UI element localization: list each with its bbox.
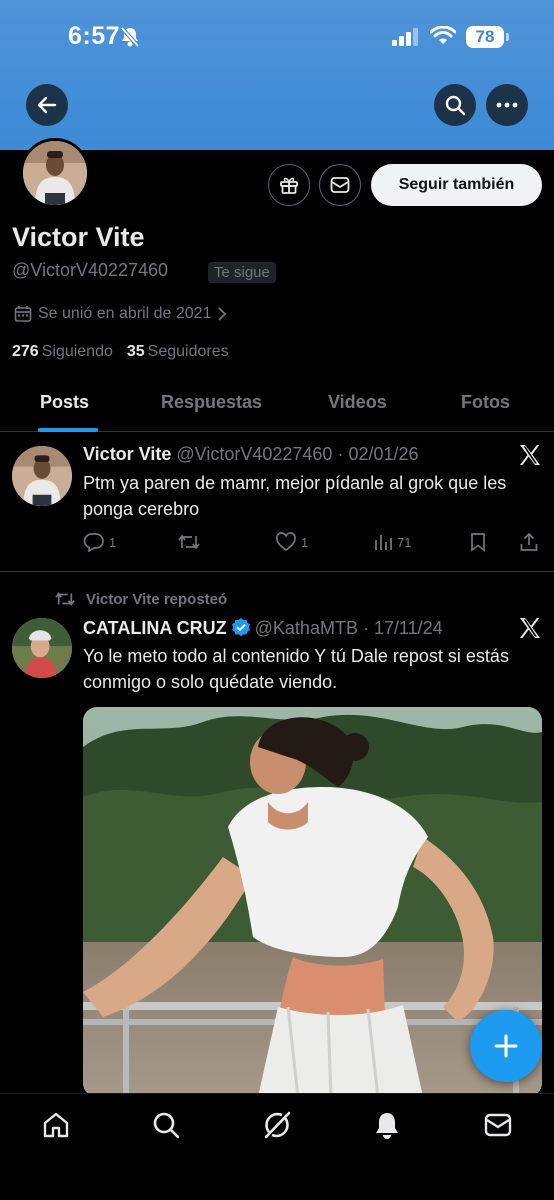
repost-button[interactable]: [177, 532, 201, 552]
x-logo-icon[interactable]: [518, 616, 542, 640]
search-icon: [445, 95, 466, 116]
verified-badge-icon: [231, 618, 250, 637]
search-icon[interactable]: [151, 1110, 181, 1140]
profile-handle: @VictorV40227460: [12, 260, 169, 280]
bookmark-icon: [471, 533, 485, 552]
more-options-button[interactable]: [486, 84, 528, 126]
chevron-right-icon: [218, 307, 227, 321]
cellular-signal-icon: [392, 28, 418, 46]
share-button[interactable]: [519, 532, 539, 552]
repost-icon: [178, 534, 200, 550]
heart-icon: [276, 532, 296, 552]
reply-count: 1: [109, 534, 117, 550]
post-text: Ptm ya paren de mamr, mejor pídanle al g…: [83, 473, 507, 519]
profile-name: Victor Vite: [12, 222, 145, 252]
post-author-avatar[interactable]: [12, 618, 72, 678]
followers-label: Seguidores: [147, 343, 229, 360]
post-item[interactable]: Victor Vite @VictorV40227460 · 02/01/26 …: [0, 432, 554, 572]
profile-tabs: Posts Respuestas Videos Fotos: [0, 380, 554, 432]
back-arrow-icon: [37, 96, 57, 114]
views-count: 71: [397, 534, 412, 550]
views-icon: [375, 535, 392, 550]
followers-link[interactable]: 35 Seguidores: [127, 343, 229, 361]
tab-posts[interactable]: Posts: [40, 392, 89, 413]
bottom-navigation: [0, 1093, 554, 1200]
joined-date[interactable]: Se unió en abril de 2021: [14, 305, 227, 323]
profile-avatar[interactable]: [20, 138, 90, 208]
status-time: 6:57: [68, 22, 121, 50]
bell-off-icon: [120, 26, 140, 48]
followers-count: 35: [126, 343, 145, 360]
avatar-image: [12, 618, 72, 678]
joined-text: Se unió en abril de 2021: [38, 305, 212, 322]
avatar-image: [12, 446, 72, 506]
post-text: Yo le meto todo al contenido Y tú Dale r…: [83, 646, 509, 692]
grok-icon[interactable]: [262, 1110, 292, 1140]
following-count: 276: [12, 343, 39, 360]
calendar-icon: [14, 306, 32, 322]
repost-icon: [55, 592, 75, 606]
follows-you-badge: Te sigue: [208, 262, 276, 283]
views-button[interactable]: 71: [373, 532, 411, 552]
post-author-handle[interactable]: @VictorV40227460: [176, 444, 332, 464]
dot-separator: ·: [332, 444, 349, 464]
home-icon[interactable]: [41, 1110, 71, 1140]
more-icon: [496, 102, 518, 108]
mail-icon: [330, 177, 350, 193]
tab-replies[interactable]: Respuestas: [161, 392, 262, 413]
like-count: 1: [301, 534, 309, 550]
post-header: CATALINA CRUZ @KathaMTB · 17/11/24: [83, 617, 443, 639]
like-button[interactable]: 1: [275, 532, 308, 552]
bookmark-button[interactable]: [469, 532, 487, 552]
post-actions: 1 1 71: [83, 532, 543, 558]
plus-icon: [494, 1034, 518, 1058]
tab-videos[interactable]: Videos: [328, 392, 387, 413]
battery-tip: [506, 33, 509, 41]
notifications-icon[interactable]: [372, 1110, 402, 1140]
post-author-handle[interactable]: @KathaMTB: [255, 618, 358, 638]
follow-stats: 276 Siguiendo 35 Seguidores: [12, 343, 229, 361]
status-bar: 6:57 78: [0, 0, 554, 74]
follow-back-button[interactable]: Seguir también: [371, 164, 542, 206]
x-logo-icon[interactable]: [518, 443, 542, 467]
post-date[interactable]: 17/11/24: [374, 618, 443, 638]
reply-icon: [83, 533, 104, 552]
repost-label[interactable]: Victor Vite reposteó: [86, 591, 227, 608]
wifi-icon: [430, 26, 456, 44]
post-header: Victor Vite @VictorV40227460 · 02/01/26: [83, 444, 419, 465]
following-link[interactable]: 276 Siguiendo: [12, 343, 113, 361]
gift-button[interactable]: [268, 164, 310, 206]
gift-icon: [280, 177, 298, 194]
tab-photos[interactable]: Fotos: [461, 392, 510, 413]
post-author-avatar[interactable]: [12, 446, 72, 506]
battery-indicator: 78: [466, 26, 504, 48]
post-item[interactable]: Victor Vite reposteó CATALINA CRUZ @Katha…: [0, 573, 554, 1103]
search-button[interactable]: [434, 84, 476, 126]
back-button[interactable]: [26, 84, 68, 126]
messages-icon[interactable]: [483, 1110, 513, 1140]
post-author-name[interactable]: Victor Vite: [83, 444, 171, 464]
dot-separator: ·: [357, 618, 374, 638]
reply-button[interactable]: 1: [83, 532, 116, 552]
share-icon: [520, 532, 538, 551]
post-date[interactable]: 02/01/26: [348, 444, 418, 464]
avatar-image: [23, 141, 87, 205]
message-button[interactable]: [319, 164, 361, 206]
repost-indicator: Victor Vite reposteó: [54, 590, 227, 608]
compose-post-button[interactable]: [470, 1010, 542, 1082]
post-author-name[interactable]: CATALINA CRUZ: [83, 618, 227, 638]
following-label: Siguiendo: [41, 343, 113, 360]
